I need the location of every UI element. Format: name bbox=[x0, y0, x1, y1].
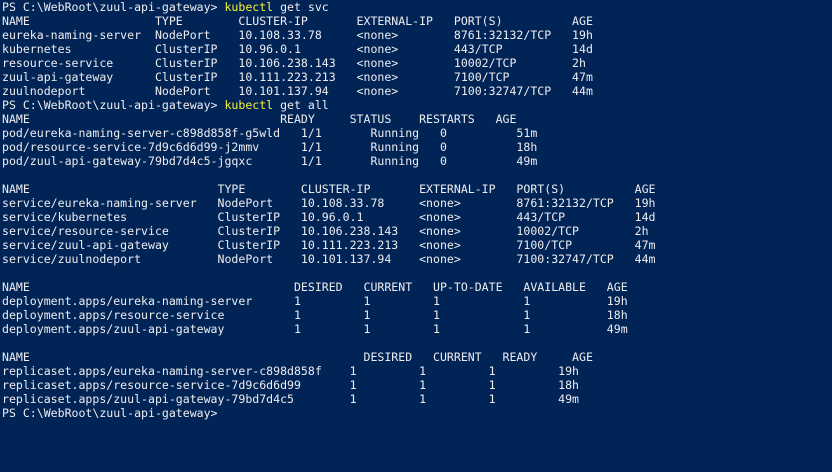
deployment-table-row: deployment.apps/resource-service 1 1 1 1… bbox=[2, 308, 628, 322]
service-table-row: service/eureka-naming-server NodePort 10… bbox=[2, 196, 656, 210]
prompt-text: PS C:\WebRoot\zuul-api-gateway> bbox=[2, 0, 225, 14]
pod-table-row: pod/resource-service-7d9c6d6d99-j2mmv 1/… bbox=[2, 140, 538, 154]
prompt-text: PS C:\WebRoot\zuul-api-gateway> bbox=[2, 98, 225, 112]
replicaset-table-header: NAME DESIRED CURRENT READY AGE bbox=[2, 350, 593, 364]
service-table-row: service/resource-service ClusterIP 10.10… bbox=[2, 224, 649, 238]
pod-table-header: NAME READY STATUS RESTARTS AGE bbox=[2, 112, 517, 126]
svc-table-row: eureka-naming-server NodePort 10.108.33.… bbox=[2, 28, 593, 42]
powershell-terminal[interactable]: PS C:\WebRoot\zuul-api-gateway> kubectl … bbox=[0, 0, 832, 472]
service-table-header: NAME TYPE CLUSTER-IP EXTERNAL-IP PORT(S)… bbox=[2, 182, 656, 196]
svc-table-row: kubernetes ClusterIP 10.96.0.1 <none> 44… bbox=[2, 42, 593, 56]
replicaset-table-row: replicaset.apps/eureka-naming-server-c89… bbox=[2, 364, 580, 378]
deployment-table-row: deployment.apps/zuul-api-gateway 1 1 1 1… bbox=[2, 322, 628, 336]
service-table-row: service/kubernetes ClusterIP 10.96.0.1 <… bbox=[2, 210, 656, 224]
pod-table-row: pod/zuul-api-gateway-79bd7d4c5-jgqxc 1/1… bbox=[2, 154, 538, 168]
prompt-line: PS C:\WebRoot\zuul-api-gateway> kubectl … bbox=[2, 98, 832, 112]
deployment-table-row: deployment.apps/eureka-naming-server 1 1… bbox=[2, 294, 628, 308]
service-table-row: service/zuulnodeport NodePort 10.101.137… bbox=[2, 252, 656, 266]
svc-table-row: zuulnodeport NodePort 10.101.137.94 <non… bbox=[2, 84, 593, 98]
command-args: get all bbox=[273, 98, 329, 112]
svc-table-row: zuul-api-gateway ClusterIP 10.111.223.21… bbox=[2, 70, 593, 84]
replicaset-table-row: replicaset.apps/resource-service-7d9c6d6… bbox=[2, 378, 580, 392]
pod-table-row: pod/eureka-naming-server-c898d858f-g5wld… bbox=[2, 126, 538, 140]
svc-table-header: NAME TYPE CLUSTER-IP EXTERNAL-IP PORT(S)… bbox=[2, 14, 593, 28]
service-table-row: service/zuul-api-gateway ClusterIP 10.11… bbox=[2, 238, 656, 252]
prompt-line: PS C:\WebRoot\zuul-api-gateway> kubectl … bbox=[2, 0, 832, 14]
replicaset-table-row: replicaset.apps/zuul-api-gateway-79bd7d4… bbox=[2, 392, 580, 406]
command-args: get svc bbox=[273, 0, 329, 14]
command-name: kubectl bbox=[224, 0, 274, 14]
current-prompt[interactable]: PS C:\WebRoot\zuul-api-gateway> bbox=[2, 406, 832, 420]
command-name: kubectl bbox=[224, 98, 274, 112]
deployment-table-header: NAME DESIRED CURRENT UP-TO-DATE AVAILABL… bbox=[2, 280, 628, 294]
svc-table-row: resource-service ClusterIP 10.106.238.14… bbox=[2, 56, 586, 70]
